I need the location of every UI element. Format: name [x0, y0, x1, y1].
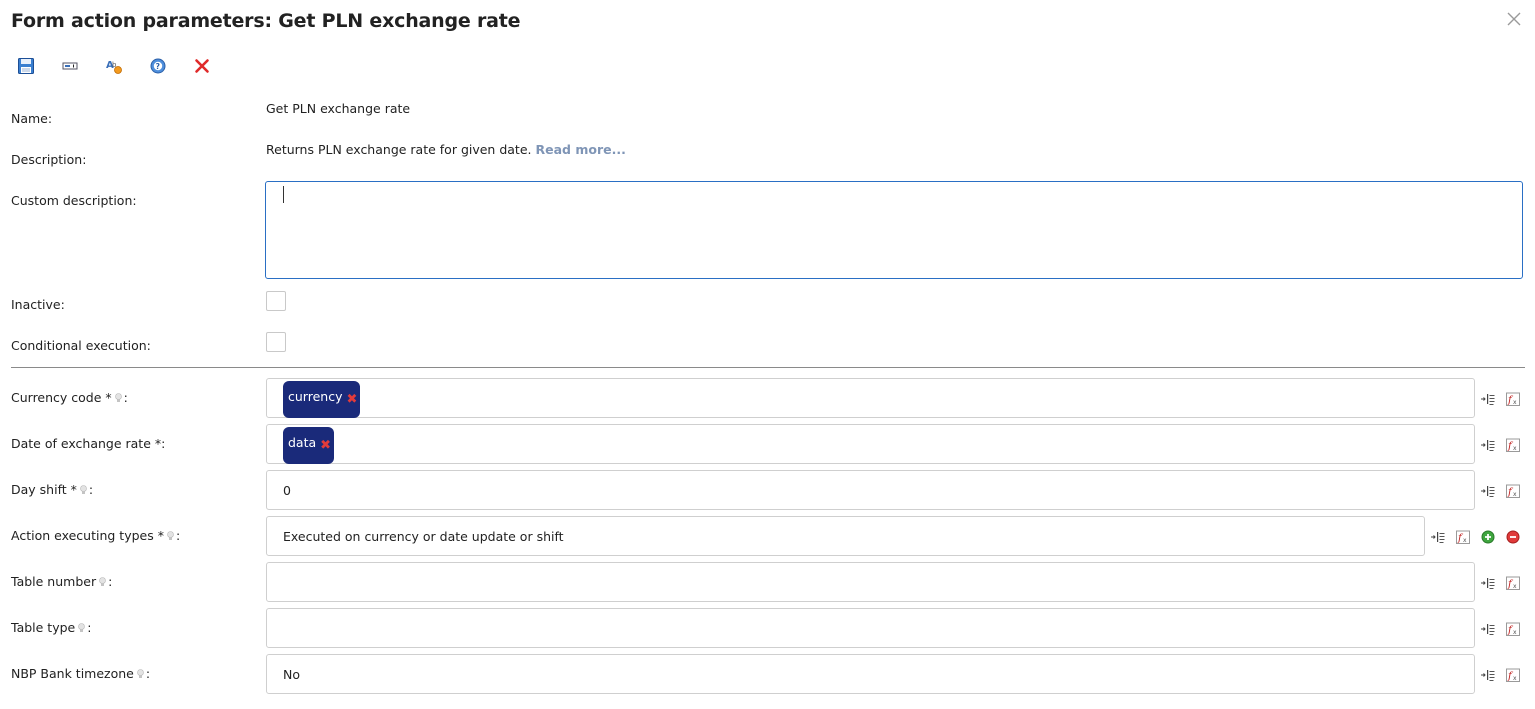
- text-caret: [283, 186, 284, 203]
- translate-icon: A b: [106, 60, 122, 74]
- table-number-input[interactable]: [266, 562, 1475, 602]
- svg-text:x: x: [1513, 399, 1517, 406]
- function-editor-icon[interactable]: fx: [1505, 391, 1521, 407]
- name-value: Get PLN exchange rate: [266, 101, 411, 116]
- data-tag: data ✖: [283, 427, 335, 464]
- table-type-label: Table type :: [11, 620, 92, 635]
- action-executing-types-label: Action executing types * :: [11, 528, 181, 543]
- inactive-checkbox[interactable]: [266, 291, 286, 311]
- red-x-icon: [195, 59, 209, 73]
- close-icon[interactable]: [1505, 10, 1523, 28]
- function-editor-icon[interactable]: fx: [1505, 483, 1521, 499]
- tag-remove-icon[interactable]: ✖: [346, 392, 357, 407]
- function-editor-icon[interactable]: fx: [1505, 437, 1521, 453]
- table-type-input[interactable]: [266, 608, 1475, 648]
- custom-description-label: Custom description:: [11, 193, 137, 208]
- day-shift-label: Day shift * :: [11, 482, 94, 497]
- add-row-icon[interactable]: [1480, 529, 1496, 545]
- function-editor-icon[interactable]: fx: [1505, 621, 1521, 637]
- custom-description-textarea[interactable]: [265, 181, 1523, 279]
- variable-insert-icon[interactable]: [1480, 391, 1496, 407]
- nbp-bank-timezone-label: NBP Bank timezone :: [11, 666, 151, 681]
- conditional-execution-label: Conditional execution:: [11, 338, 151, 353]
- variable-insert-icon[interactable]: [1480, 575, 1496, 591]
- data-tag-label: data: [288, 435, 317, 450]
- tag-remove-icon[interactable]: ✖: [320, 438, 331, 453]
- variable-insert-icon[interactable]: [1480, 437, 1496, 453]
- variable-insert-icon[interactable]: [1480, 667, 1496, 683]
- description-value: Returns PLN exchange rate for given date…: [266, 142, 532, 157]
- currency-code-field[interactable]: currency ✖: [266, 378, 1475, 418]
- lightbulb-hint-icon[interactable]: [137, 668, 144, 679]
- svg-text:x: x: [1513, 445, 1517, 452]
- remove-row-icon[interactable]: [1505, 529, 1521, 545]
- nbp-bank-timezone-select[interactable]: No: [266, 654, 1475, 694]
- help-button[interactable]: ?: [148, 56, 168, 76]
- function-editor-icon[interactable]: fx: [1505, 667, 1521, 683]
- read-more-link[interactable]: Read more...: [536, 142, 626, 157]
- svg-text:x: x: [1513, 675, 1517, 682]
- description-row: Returns PLN exchange rate for given date…: [266, 142, 626, 157]
- translate-button[interactable]: A b: [104, 56, 124, 76]
- date-of-exchange-rate-field[interactable]: data ✖: [266, 424, 1475, 464]
- table-number-label: Table number :: [11, 574, 113, 589]
- input-field-icon: [62, 62, 78, 70]
- lightbulb-hint-icon[interactable]: [114, 392, 122, 403]
- section-divider: [11, 367, 1525, 368]
- currency-code-label: Currency code * :: [11, 390, 128, 405]
- inactive-label: Inactive:: [11, 297, 65, 312]
- svg-text:x: x: [1513, 629, 1517, 636]
- function-editor-icon[interactable]: fx: [1455, 529, 1471, 545]
- input-field-button[interactable]: [60, 56, 80, 76]
- variable-insert-icon[interactable]: [1480, 621, 1496, 637]
- svg-text:x: x: [1513, 491, 1517, 498]
- cancel-button[interactable]: [192, 56, 212, 76]
- action-executing-types-select[interactable]: Executed on currency or date update or s…: [266, 516, 1425, 556]
- lightbulb-hint-icon[interactable]: [80, 484, 87, 495]
- function-editor-icon[interactable]: fx: [1505, 575, 1521, 591]
- dialog-title: Form action parameters: Get PLN exchange…: [11, 10, 521, 32]
- variable-insert-icon[interactable]: [1430, 529, 1446, 545]
- svg-text:x: x: [1513, 583, 1517, 590]
- currency-tag: currency ✖: [283, 381, 361, 418]
- description-label: Description:: [11, 152, 87, 167]
- lightbulb-hint-icon[interactable]: [78, 622, 86, 633]
- conditional-execution-checkbox[interactable]: [266, 332, 286, 352]
- svg-text:?: ?: [156, 62, 160, 71]
- floppy-disk-icon: [18, 58, 34, 74]
- save-button[interactable]: [16, 56, 36, 76]
- day-shift-input[interactable]: 0: [266, 470, 1475, 510]
- name-label: Name:: [11, 111, 53, 126]
- lightbulb-hint-icon[interactable]: [99, 576, 106, 587]
- svg-text:x: x: [1463, 537, 1467, 544]
- lightbulb-hint-icon[interactable]: [167, 530, 174, 541]
- variable-insert-icon[interactable]: [1480, 483, 1496, 499]
- date-of-exchange-rate-label: Date of exchange rate *:: [11, 436, 166, 451]
- currency-tag-label: currency: [288, 389, 343, 404]
- help-icon: ?: [150, 58, 166, 74]
